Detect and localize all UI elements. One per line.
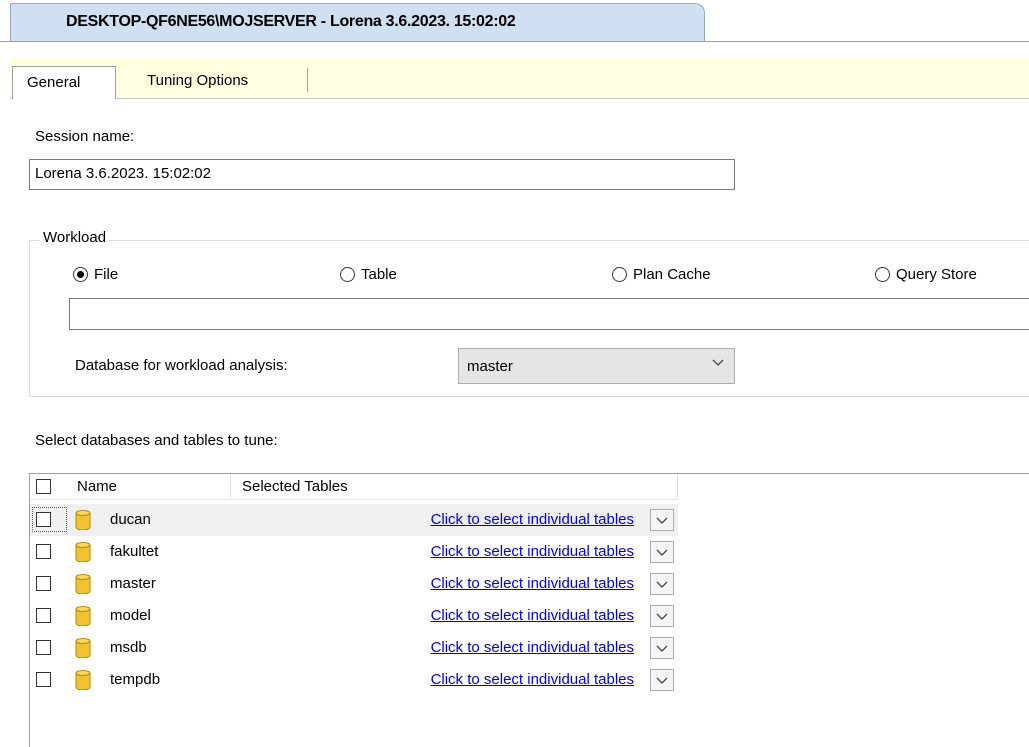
column-header-name[interactable]: Name	[77, 478, 117, 495]
database-cylinder-icon	[75, 542, 91, 562]
document-tab[interactable]: DESKTOP-QF6NE56\MOJSERVER - Lorena 3.6.2…	[10, 3, 705, 42]
database-row[interactable]: tempdb Click to select individual tables	[30, 664, 678, 696]
database-name: master	[110, 575, 156, 592]
select-tables-dropdown[interactable]	[650, 637, 674, 659]
select-tables-dropdown[interactable]	[650, 541, 674, 563]
select-tables-link[interactable]: Click to select individual tables	[431, 671, 634, 688]
workload-database-select[interactable]: master	[458, 348, 735, 384]
select-tables-link[interactable]: Click to select individual tables	[431, 511, 634, 528]
workload-plan-cache-radio[interactable]: Plan Cache	[612, 266, 711, 283]
database-name: msdb	[110, 639, 147, 656]
workload-table-radio[interactable]: Table	[340, 266, 397, 283]
tab-tuning-options[interactable]: Tuning Options	[147, 72, 248, 89]
database-cylinder-icon	[75, 670, 91, 690]
tab-general[interactable]: General	[12, 66, 116, 99]
workload-query-store-radio[interactable]: Query Store	[875, 266, 977, 283]
workload-database-label: Database for workload analysis:	[75, 357, 288, 374]
document-tab-title: DESKTOP-QF6NE56\MOJSERVER - Lorena 3.6.2…	[66, 13, 516, 30]
database-row[interactable]: ducan Click to select individual tables	[30, 504, 678, 536]
workload-query-store-label: Query Store	[896, 266, 977, 283]
database-name: ducan	[110, 511, 151, 528]
chevron-down-icon	[656, 677, 668, 684]
select-tables-link[interactable]: Click to select individual tables	[431, 639, 634, 656]
select-tables-link[interactable]: Click to select individual tables	[431, 575, 634, 592]
database-name: model	[110, 607, 151, 624]
chevron-down-icon	[712, 359, 724, 366]
session-name-label: Session name:	[35, 128, 135, 145]
workload-group-title: Workload	[40, 229, 110, 246]
workload-table-label: Table	[361, 266, 397, 283]
workload-database-value: master	[467, 358, 513, 375]
workload-plan-cache-label: Plan Cache	[633, 266, 711, 283]
database-checkbox[interactable]	[36, 640, 51, 655]
workload-file-label: File	[94, 266, 119, 283]
database-row[interactable]: model Click to select individual tables	[30, 600, 678, 632]
grid-header: Name Selected Tables	[30, 474, 678, 500]
workload-file-radio[interactable]: File	[73, 266, 118, 283]
tab-bar: General Tuning Options	[0, 42, 1029, 99]
database-name: tempdb	[110, 671, 161, 688]
chevron-down-icon	[656, 613, 668, 620]
database-cylinder-icon	[75, 574, 91, 594]
database-name: fakultet	[110, 543, 159, 560]
session-name-input[interactable]: Lorena 3.6.2023. 15:02:02	[29, 159, 735, 190]
chevron-down-icon	[656, 645, 668, 652]
database-checkbox[interactable]	[36, 672, 51, 687]
select-tables-link[interactable]: Click to select individual tables	[431, 607, 634, 624]
database-checkbox[interactable]	[36, 512, 51, 527]
select-tables-dropdown[interactable]	[650, 669, 674, 691]
select-tables-dropdown[interactable]	[650, 509, 674, 531]
select-tables-dropdown[interactable]	[650, 605, 674, 627]
chevron-down-icon	[656, 517, 668, 524]
tab-separator	[307, 68, 308, 92]
radio-unchecked-icon	[340, 267, 355, 282]
radio-checked-icon	[73, 267, 88, 282]
column-divider	[677, 474, 678, 499]
database-checkbox[interactable]	[36, 608, 51, 623]
chevron-down-icon	[656, 581, 668, 588]
database-checkbox[interactable]	[36, 576, 51, 591]
database-row[interactable]: fakultet Click to select individual tabl…	[30, 536, 678, 568]
tab-general-label: General	[27, 74, 81, 91]
workload-file-path-input[interactable]	[69, 298, 1029, 330]
databases-grid: Name Selected Tables ducan Click to sele…	[29, 473, 1029, 747]
select-tables-dropdown[interactable]	[650, 573, 674, 595]
column-divider	[230, 474, 231, 499]
database-row[interactable]: master Click to select individual tables	[30, 568, 678, 600]
select-tables-link[interactable]: Click to select individual tables	[431, 543, 634, 560]
chevron-down-icon	[656, 549, 668, 556]
databases-section-label: Select databases and tables to tune:	[35, 432, 278, 449]
radio-unchecked-icon	[612, 267, 627, 282]
column-header-selected-tables[interactable]: Selected Tables	[242, 478, 348, 495]
database-cylinder-icon	[75, 638, 91, 658]
radio-unchecked-icon	[875, 267, 890, 282]
database-cylinder-icon	[75, 510, 91, 530]
database-checkbox[interactable]	[36, 544, 51, 559]
database-row[interactable]: msdb Click to select individual tables	[30, 632, 678, 664]
select-all-checkbox[interactable]	[36, 479, 51, 494]
database-cylinder-icon	[75, 606, 91, 626]
document-tab-strip: DESKTOP-QF6NE56\MOJSERVER - Lorena 3.6.2…	[0, 0, 1029, 42]
